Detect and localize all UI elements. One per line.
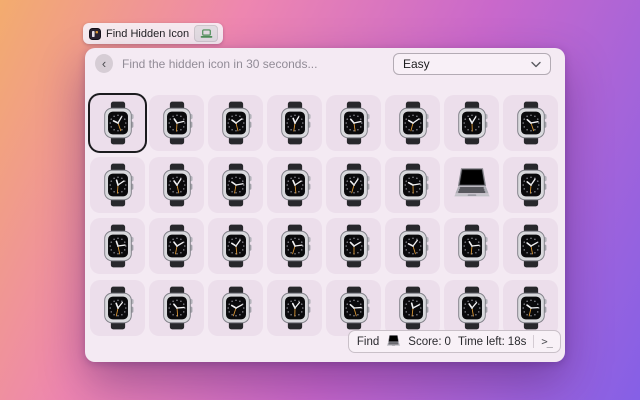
watch-icon xyxy=(394,101,432,145)
watch-icon xyxy=(512,101,550,145)
watch-icon xyxy=(217,224,255,268)
watch-icon xyxy=(512,286,550,330)
grid-cell-watch[interactable] xyxy=(267,95,322,151)
grid-cell-watch[interactable] xyxy=(326,157,381,213)
back-button[interactable]: ‹ xyxy=(95,54,113,73)
grid-cell-watch[interactable] xyxy=(503,280,558,336)
watch-icon xyxy=(276,224,314,268)
grid-cell-watch[interactable] xyxy=(149,157,204,213)
grid-cell-watch[interactable] xyxy=(267,280,322,336)
time-left-value: 18s xyxy=(508,336,527,348)
grid-cell-watch[interactable] xyxy=(326,218,381,274)
grid-cell-watch[interactable] xyxy=(90,280,145,336)
grid-cell-watch[interactable] xyxy=(444,95,499,151)
desktop-background: Find Hidden Icon ‹ Find the hidden icon … xyxy=(0,0,640,400)
find-label: Find xyxy=(357,336,379,348)
grid-cell-laptop[interactable] xyxy=(444,157,499,213)
difficulty-select[interactable]: Easy xyxy=(393,53,551,75)
watch-icon xyxy=(99,286,137,330)
grid-cell-watch[interactable] xyxy=(503,218,558,274)
watch-icon xyxy=(335,101,373,145)
hidden-target-button[interactable] xyxy=(194,25,218,42)
terminal-prompt-button[interactable]: >_ xyxy=(541,336,552,348)
watch-icon xyxy=(394,286,432,330)
app-icon xyxy=(89,28,101,40)
game-prompt: Find the hidden icon in 30 seconds... xyxy=(122,57,317,71)
grid-cell-watch[interactable] xyxy=(208,157,263,213)
game-window: ‹ Find the hidden icon in 30 seconds... … xyxy=(85,48,565,362)
grid-cell-watch[interactable] xyxy=(149,218,204,274)
grid-cell-watch[interactable] xyxy=(385,157,440,213)
time-left-label: Time left: xyxy=(458,336,505,348)
grid-cell-watch[interactable] xyxy=(267,157,322,213)
watch-icon xyxy=(158,101,196,145)
chevron-down-icon xyxy=(531,61,541,68)
grid-cell-watch[interactable] xyxy=(385,95,440,151)
watch-icon xyxy=(276,286,314,330)
watch-icon xyxy=(217,163,255,207)
grid-cell-watch[interactable] xyxy=(326,95,381,151)
watch-icon xyxy=(99,101,137,145)
score-label: Score: xyxy=(408,336,441,348)
laptop-icon xyxy=(386,334,401,349)
watch-icon xyxy=(158,286,196,330)
watch-icon xyxy=(512,163,550,207)
watch-icon xyxy=(453,224,491,268)
watch-icon xyxy=(394,224,432,268)
grid-cell-watch[interactable] xyxy=(149,280,204,336)
score-indicator: Score: 0 xyxy=(408,336,451,348)
watch-icon xyxy=(276,101,314,145)
watch-icon xyxy=(512,224,550,268)
grid-cell-watch[interactable] xyxy=(208,95,263,151)
grid-cell-watch[interactable] xyxy=(267,218,322,274)
watch-icon xyxy=(453,286,491,330)
watch-icon xyxy=(453,101,491,145)
grid-cell-watch[interactable] xyxy=(385,218,440,274)
window-title: Find Hidden Icon xyxy=(106,28,189,40)
watch-icon xyxy=(99,163,137,207)
laptop-icon xyxy=(200,29,213,39)
watch-icon xyxy=(276,163,314,207)
watch-icon xyxy=(99,224,137,268)
laptop-icon xyxy=(452,165,492,205)
grid-cell-watch[interactable] xyxy=(385,280,440,336)
score-value: 0 xyxy=(445,336,451,348)
watch-icon xyxy=(158,224,196,268)
watch-icon xyxy=(217,286,255,330)
laptop-icon xyxy=(386,334,401,349)
status-bar: Find Score: 0 Time left: 18s >_ xyxy=(348,330,561,353)
divider xyxy=(533,335,534,348)
watch-icon xyxy=(217,101,255,145)
watch-icon xyxy=(335,224,373,268)
watch-icon xyxy=(158,163,196,207)
grid-cell-watch[interactable] xyxy=(444,280,499,336)
icon-grid xyxy=(90,95,558,336)
grid-cell-watch[interactable] xyxy=(90,218,145,274)
watch-icon xyxy=(394,163,432,207)
grid-cell-watch[interactable] xyxy=(208,218,263,274)
grid-cell-watch[interactable] xyxy=(326,280,381,336)
grid-cell-watch[interactable] xyxy=(149,95,204,151)
window-tab[interactable]: Find Hidden Icon xyxy=(83,23,223,44)
watch-icon xyxy=(335,286,373,330)
difficulty-selected-label: Easy xyxy=(403,57,430,71)
grid-cell-watch[interactable] xyxy=(208,280,263,336)
grid-cell-watch[interactable] xyxy=(503,157,558,213)
grid-cell-watch[interactable] xyxy=(90,157,145,213)
grid-cell-watch[interactable] xyxy=(444,218,499,274)
grid-cell-watch[interactable] xyxy=(503,95,558,151)
watch-icon xyxy=(335,163,373,207)
time-left-indicator: Time left: 18s xyxy=(458,336,526,348)
grid-cell-watch[interactable] xyxy=(90,95,145,151)
